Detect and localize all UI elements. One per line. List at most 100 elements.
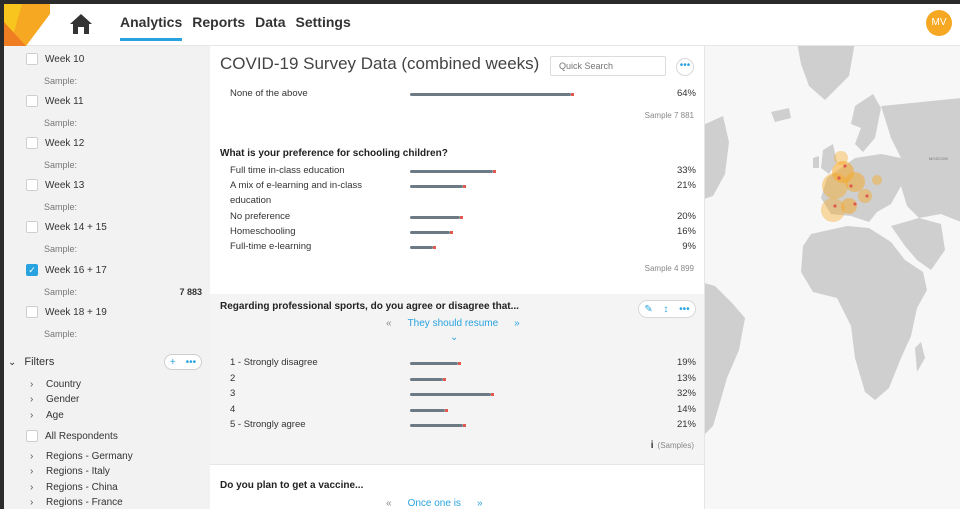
edit-icon[interactable]: ✎	[644, 304, 652, 315]
answer-label: Homeschooling	[230, 226, 296, 237]
week-18-19-checkbox[interactable]: Week 18 + 19	[26, 305, 107, 319]
chevron-down-icon[interactable]: ⌄	[450, 332, 458, 343]
question-title: What is your preference for schooling ch…	[220, 148, 448, 159]
answer-percent: 21%	[676, 419, 696, 430]
selected-option[interactable]: They should resume	[408, 318, 499, 329]
filters-label: Filters	[24, 356, 55, 368]
week-label: Week 14 + 15	[45, 221, 107, 233]
nav-data[interactable]: Data	[255, 14, 285, 41]
answer-label: Full time in-class education	[230, 165, 345, 176]
map-label-moscow: MOSCOW	[929, 156, 948, 161]
answer-percent: 33%	[676, 165, 696, 176]
chevron-right-icon: ›	[30, 410, 34, 421]
samples-info[interactable]: i (Samples)	[651, 440, 694, 451]
answer-bar	[410, 362, 461, 365]
checkbox[interactable]	[26, 53, 38, 65]
previous-option-icon[interactable]: «	[386, 318, 392, 329]
answer-percent: 16%	[676, 226, 696, 237]
answer-row: 3 32%	[230, 387, 696, 401]
samples-link[interactable]: (Samples)	[658, 441, 694, 450]
question-card-highlighted: Regarding professional sports, do you ag…	[210, 294, 704, 464]
brand-logo[interactable]	[4, 4, 50, 46]
all-respondents-checkbox[interactable]: All Respondents	[26, 429, 118, 443]
sample-label: Sample:	[44, 118, 78, 128]
chevron-right-icon: ›	[30, 394, 34, 405]
checkbox[interactable]	[26, 179, 38, 191]
region-label: Regions - France	[46, 497, 123, 508]
week-12-checkbox[interactable]: Week 12	[26, 136, 84, 150]
answer-bar	[410, 393, 494, 396]
answer-row: 1 - Strongly disagree 19%	[230, 356, 696, 370]
app-window: Analytics Reports Data Settings MV Week …	[0, 0, 960, 509]
filter-country[interactable]: › Country	[30, 379, 81, 390]
checkbox[interactable]	[26, 95, 38, 107]
nav-reports[interactable]: Reports	[192, 14, 245, 41]
week-16-17-checkbox[interactable]: ✓ Week 16 + 17	[26, 263, 107, 277]
region-china[interactable]: › Regions - China	[30, 482, 118, 493]
user-avatar[interactable]: MV	[926, 10, 952, 36]
answer-bar	[410, 216, 463, 219]
answer-bar	[410, 185, 466, 188]
search-input[interactable]	[550, 56, 666, 76]
top-bar: Analytics Reports Data Settings MV	[4, 4, 960, 46]
add-filter-icon[interactable]: +	[170, 357, 176, 368]
question-title: Do you plan to get a vaccine...	[220, 480, 364, 491]
week-label: Week 13	[45, 179, 85, 191]
region-germany[interactable]: › Regions - Germany	[30, 451, 133, 462]
filter-age[interactable]: › Age	[30, 410, 64, 421]
reorder-icon[interactable]: ↕	[663, 304, 668, 315]
answer-label: 5 - Strongly agree	[230, 419, 306, 430]
region-label: Regions - Italy	[46, 466, 110, 477]
answer-label: A mix of e-learning and in-class	[230, 180, 363, 191]
answer-label: No preference	[230, 211, 291, 222]
answer-label: None of the above	[230, 88, 308, 99]
answer-percent: 9%	[682, 241, 696, 252]
checkbox[interactable]	[26, 221, 38, 233]
answer-row: Homeschooling 16%	[230, 225, 696, 239]
week-13-checkbox[interactable]: Week 13	[26, 178, 84, 192]
week-label: Week 18 + 19	[45, 306, 107, 318]
next-option-icon[interactable]: »	[514, 318, 520, 329]
info-icon: i	[650, 440, 654, 451]
checkbox[interactable]	[26, 306, 38, 318]
filter-label: Age	[46, 410, 64, 421]
answer-percent: 13%	[676, 373, 696, 384]
next-option-icon[interactable]: »	[477, 498, 483, 509]
answer-row: 4 14%	[230, 403, 696, 417]
question-tools: ✎ ↕ •••	[638, 300, 696, 318]
week-10-checkbox[interactable]: Week 10	[26, 52, 84, 66]
answer-label: 3	[230, 388, 236, 399]
selected-option[interactable]: Once one is	[408, 498, 461, 509]
more-icon[interactable]: •••	[679, 304, 690, 315]
answer-row: Full-time e-learning 9%	[230, 240, 696, 254]
chevron-down-icon[interactable]: ⌄	[8, 357, 16, 368]
filters-header[interactable]: ⌄ Filters	[8, 356, 54, 368]
week-label: Week 16 + 17	[45, 264, 107, 276]
filter-label: Country	[46, 379, 82, 390]
answer-row: 2 13%	[230, 372, 696, 386]
filter-gender[interactable]: › Gender	[30, 394, 79, 405]
more-options-button[interactable]: •••	[676, 58, 694, 76]
sample-count: Sample 7 881	[644, 111, 694, 120]
answer-label: 1 - Strongly disagree	[230, 357, 318, 368]
region-label: Regions - China	[46, 482, 118, 493]
world-map[interactable]: MOSCOW	[704, 46, 960, 509]
week-11-checkbox[interactable]: Week 11	[26, 94, 84, 108]
answer-bar	[410, 170, 496, 173]
checkbox[interactable]	[26, 430, 38, 442]
region-italy[interactable]: › Regions - Italy	[30, 466, 110, 477]
answer-row: Full time in-class education 33%	[230, 164, 696, 178]
nav-settings[interactable]: Settings	[296, 14, 351, 41]
home-icon[interactable]	[68, 12, 94, 36]
week-14-15-checkbox[interactable]: Week 14 + 15	[26, 220, 107, 234]
sidebar: Week 10 Sample: Week 11 Sample: Week 12 …	[4, 46, 210, 509]
checkbox-checked[interactable]: ✓	[26, 264, 38, 276]
more-icon[interactable]: •••	[186, 357, 197, 368]
answer-row: 5 - Strongly agree 21%	[230, 418, 696, 432]
nav-analytics[interactable]: Analytics	[120, 14, 183, 41]
week-label: Week 11	[45, 95, 84, 107]
checkbox[interactable]	[26, 137, 38, 149]
sample-label: Sample:	[44, 76, 78, 86]
previous-option-icon[interactable]: «	[386, 498, 392, 509]
region-france[interactable]: › Regions - France	[30, 497, 123, 508]
